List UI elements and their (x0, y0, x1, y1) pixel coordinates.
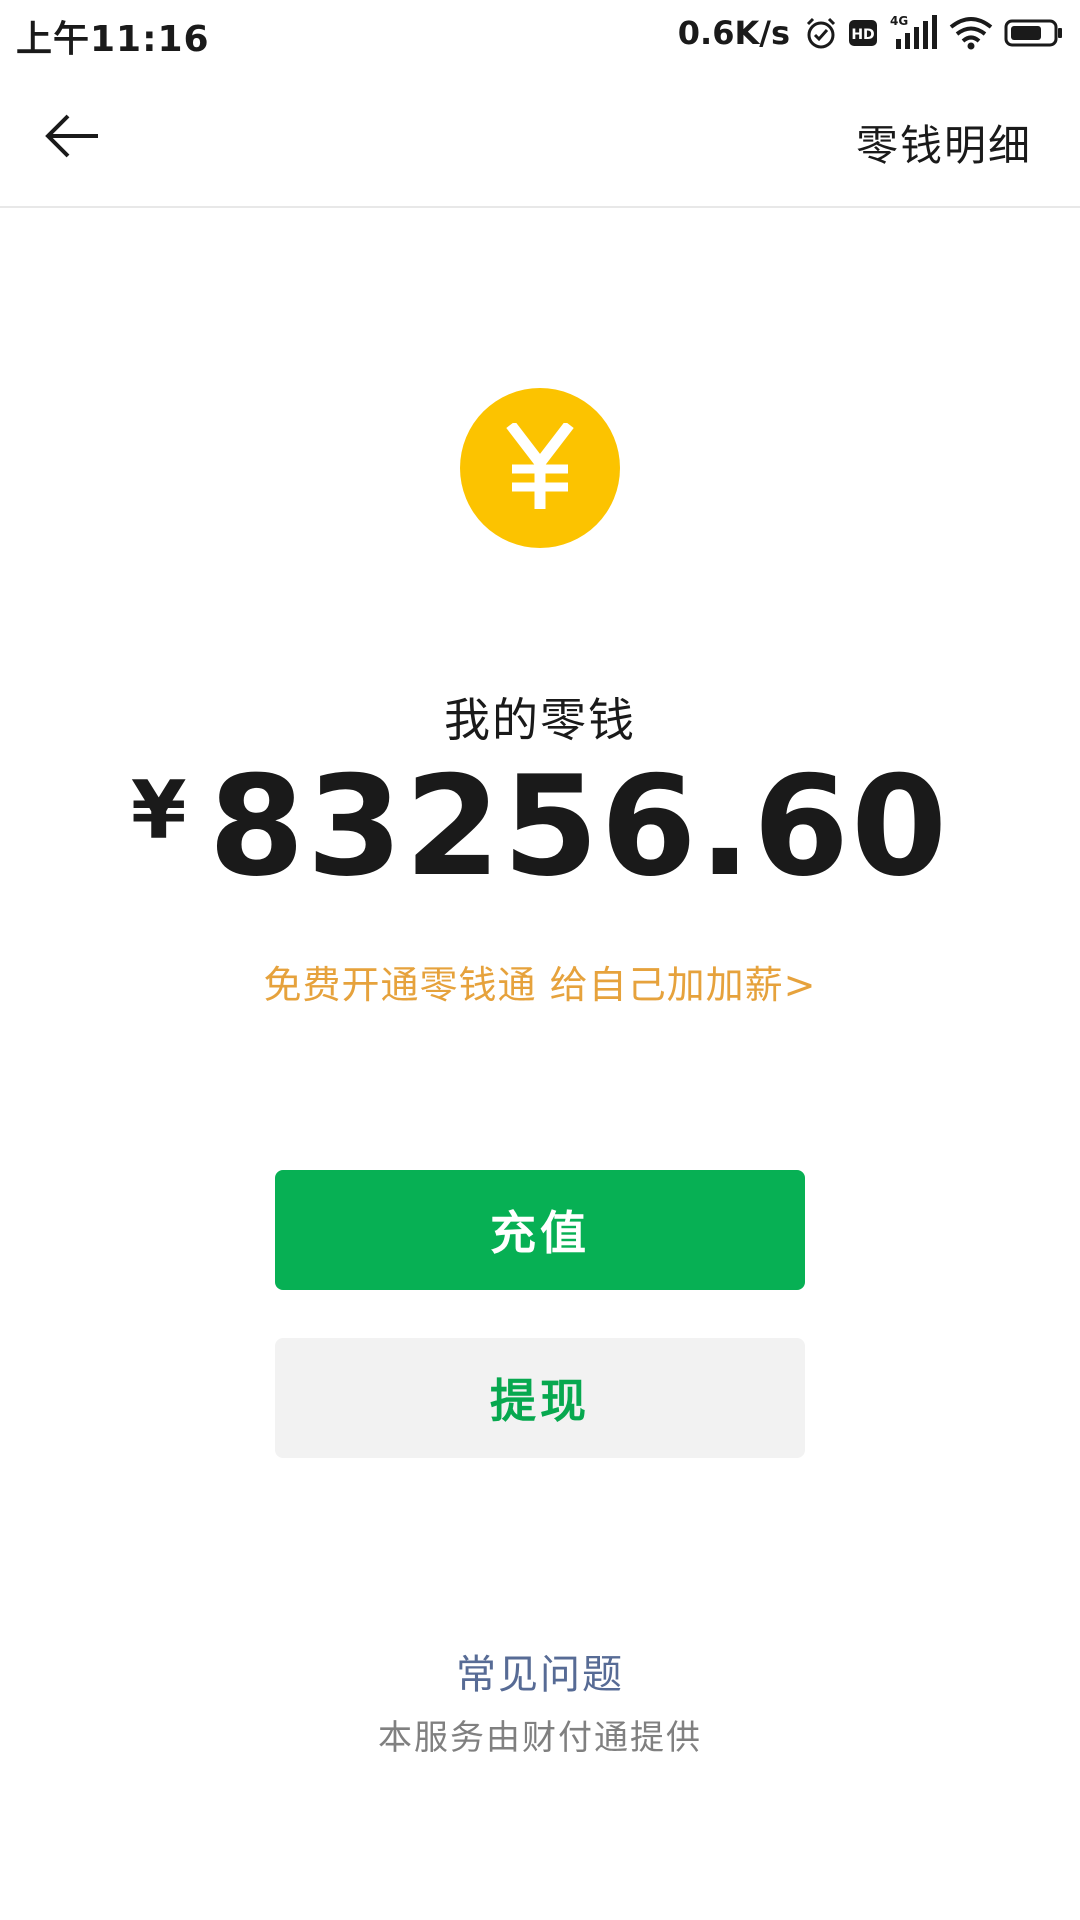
alarm-icon (804, 16, 838, 50)
back-button[interactable] (44, 106, 114, 166)
promo-link[interactable]: 免费开通零钱通 给自己加加薪> (0, 954, 1080, 1009)
network-speed: 0.6K/s (677, 14, 790, 52)
service-note: 本服务由财付通提供 (378, 1718, 702, 1758)
battery-icon (1004, 18, 1064, 48)
withdraw-button[interactable]: 提现 (275, 1338, 805, 1458)
faq-link[interactable]: 常见问题 (0, 1642, 1080, 1700)
hd-label: HD (851, 27, 874, 43)
hd-icon: HD (848, 19, 878, 47)
recharge-button[interactable]: 充值 (275, 1170, 805, 1290)
nav-bar: 零钱明细 (0, 66, 1080, 208)
status-bar: 上午11:16 0.6K/s HD 4G (0, 0, 1080, 66)
currency-symbol: ¥ (130, 764, 187, 857)
arrow-left-icon (45, 114, 98, 158)
signal-4g-icon: 4G (888, 13, 938, 53)
change-details-link[interactable]: 零钱明细 (856, 112, 1032, 173)
status-indicators: 0.6K/s HD 4G (678, 8, 1064, 58)
yuan-coin-icon (460, 388, 620, 548)
status-time: 上午11:16 (16, 19, 210, 60)
wifi-icon (948, 15, 994, 51)
network-type: 4G (890, 14, 908, 28)
balance-label: 我的零钱 (444, 693, 636, 747)
wallet-change-screen: 上午11:16 0.6K/s HD 4G 零钱明细 我的零钱 ¥ 83256.6… (0, 0, 1080, 1920)
balance-display: ¥ 83256.60 (0, 752, 1080, 902)
balance-amount: 83256.60 (208, 746, 950, 907)
